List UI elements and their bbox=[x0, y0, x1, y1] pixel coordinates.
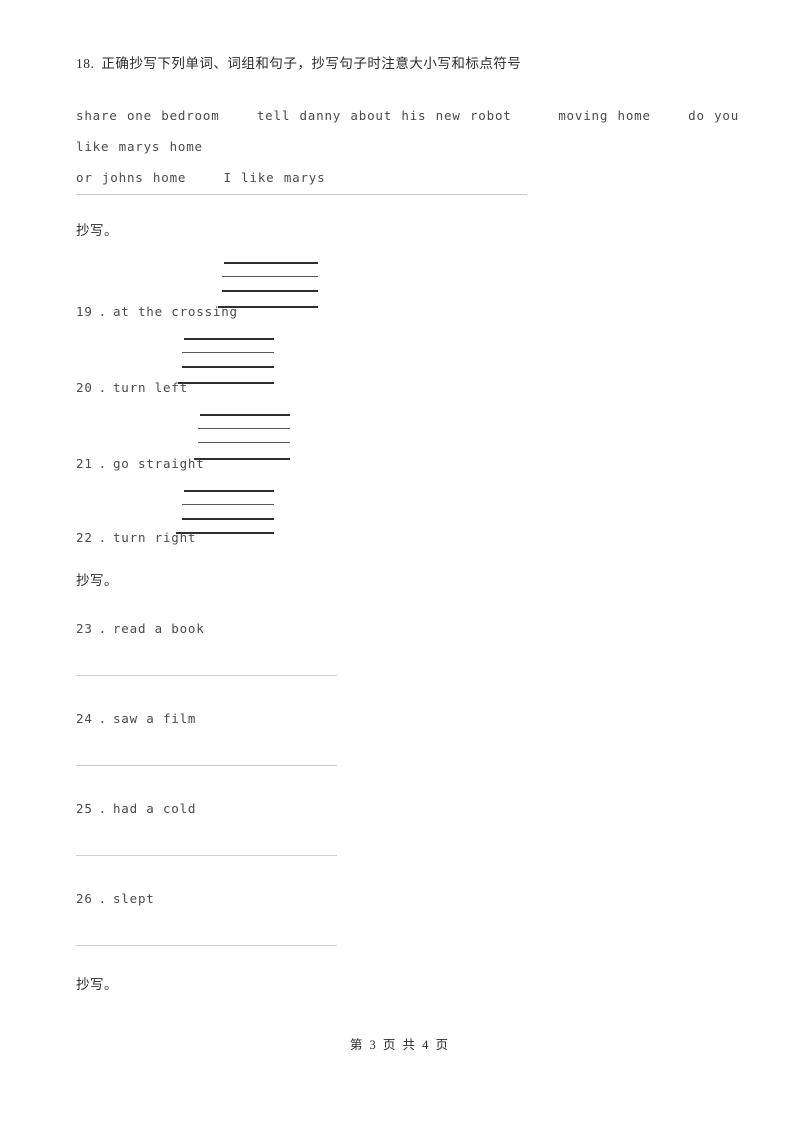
item-19-separator: . bbox=[98, 304, 107, 319]
item-26: 26. slept bbox=[76, 890, 155, 908]
item-24-number: 24 bbox=[76, 711, 93, 726]
item-26-text: slept bbox=[112, 891, 155, 906]
copy-instruction-2: 抄写。 bbox=[76, 573, 118, 588]
item-19-number: 19 bbox=[76, 304, 93, 319]
answer-rule-26 bbox=[76, 945, 337, 946]
answer-rule-18 bbox=[76, 194, 527, 195]
item-21-number: 21 bbox=[76, 456, 93, 471]
question-18-separator: . bbox=[90, 56, 95, 71]
item-22-number: 22 bbox=[76, 530, 93, 545]
answer-rule-25 bbox=[76, 855, 337, 856]
item-20-text: turn left bbox=[112, 380, 188, 395]
phrase-line-2: or johns home I like marys bbox=[76, 170, 326, 185]
item-25-number: 25 bbox=[76, 801, 93, 816]
item-26-number: 26 bbox=[76, 891, 93, 906]
item-23-number: 23 bbox=[76, 621, 93, 636]
worksheet-page: 18. 正确抄写下列单词、词组和句子，抄写句子时注意大小写和标点符号 share … bbox=[0, 0, 800, 1132]
item-25-separator: . bbox=[98, 801, 107, 816]
item-20: 20. turn left bbox=[76, 379, 188, 397]
item-23: 23. read a book bbox=[76, 620, 205, 638]
writing-guide-baseline-21 bbox=[194, 458, 290, 462]
phrase-line-1: share one bedroom tell danny about his n… bbox=[76, 108, 749, 154]
answer-rule-23 bbox=[76, 675, 337, 676]
page-footer: 第 3 页 共 4 页 bbox=[349, 1038, 451, 1052]
item-23-text: read a book bbox=[112, 621, 205, 636]
item-21-separator: . bbox=[98, 456, 107, 471]
question-18-prompt: 正确抄写下列单词、词组和句子，抄写句子时注意大小写和标点符号 bbox=[101, 56, 522, 71]
copy-instruction-3: 抄写。 bbox=[76, 977, 118, 992]
item-24-text: saw a film bbox=[112, 711, 197, 726]
copy-instruction-1: 抄写。 bbox=[76, 223, 118, 238]
item-24-separator: . bbox=[98, 711, 107, 726]
item-25: 25. had a cold bbox=[76, 800, 196, 818]
item-20-number: 20 bbox=[76, 380, 93, 395]
item-22-separator: . bbox=[98, 530, 107, 545]
item-20-separator: . bbox=[98, 380, 107, 395]
item-22: 22. turn right bbox=[76, 529, 196, 547]
item-19: 19. at the crossing bbox=[76, 303, 238, 321]
item-21-text: go straight bbox=[112, 456, 205, 471]
item-23-separator: . bbox=[98, 621, 107, 636]
item-24: 24. saw a film bbox=[76, 710, 196, 728]
item-22-text: turn right bbox=[112, 530, 197, 545]
item-19-text: at the crossing bbox=[112, 304, 238, 319]
item-26-separator: . bbox=[98, 891, 107, 906]
item-21: 21. go straight bbox=[76, 455, 205, 473]
question-18-heading: 18. 正确抄写下列单词、词组和句子，抄写句子时注意大小写和标点符号 bbox=[76, 54, 521, 74]
answer-rule-24 bbox=[76, 765, 337, 766]
question-18-number: 18 bbox=[76, 56, 91, 71]
question-18-phrase-block: share one bedroom tell danny about his n… bbox=[76, 100, 766, 193]
writing-guide-baseline-20 bbox=[178, 382, 274, 386]
item-25-text: had a cold bbox=[112, 801, 197, 816]
